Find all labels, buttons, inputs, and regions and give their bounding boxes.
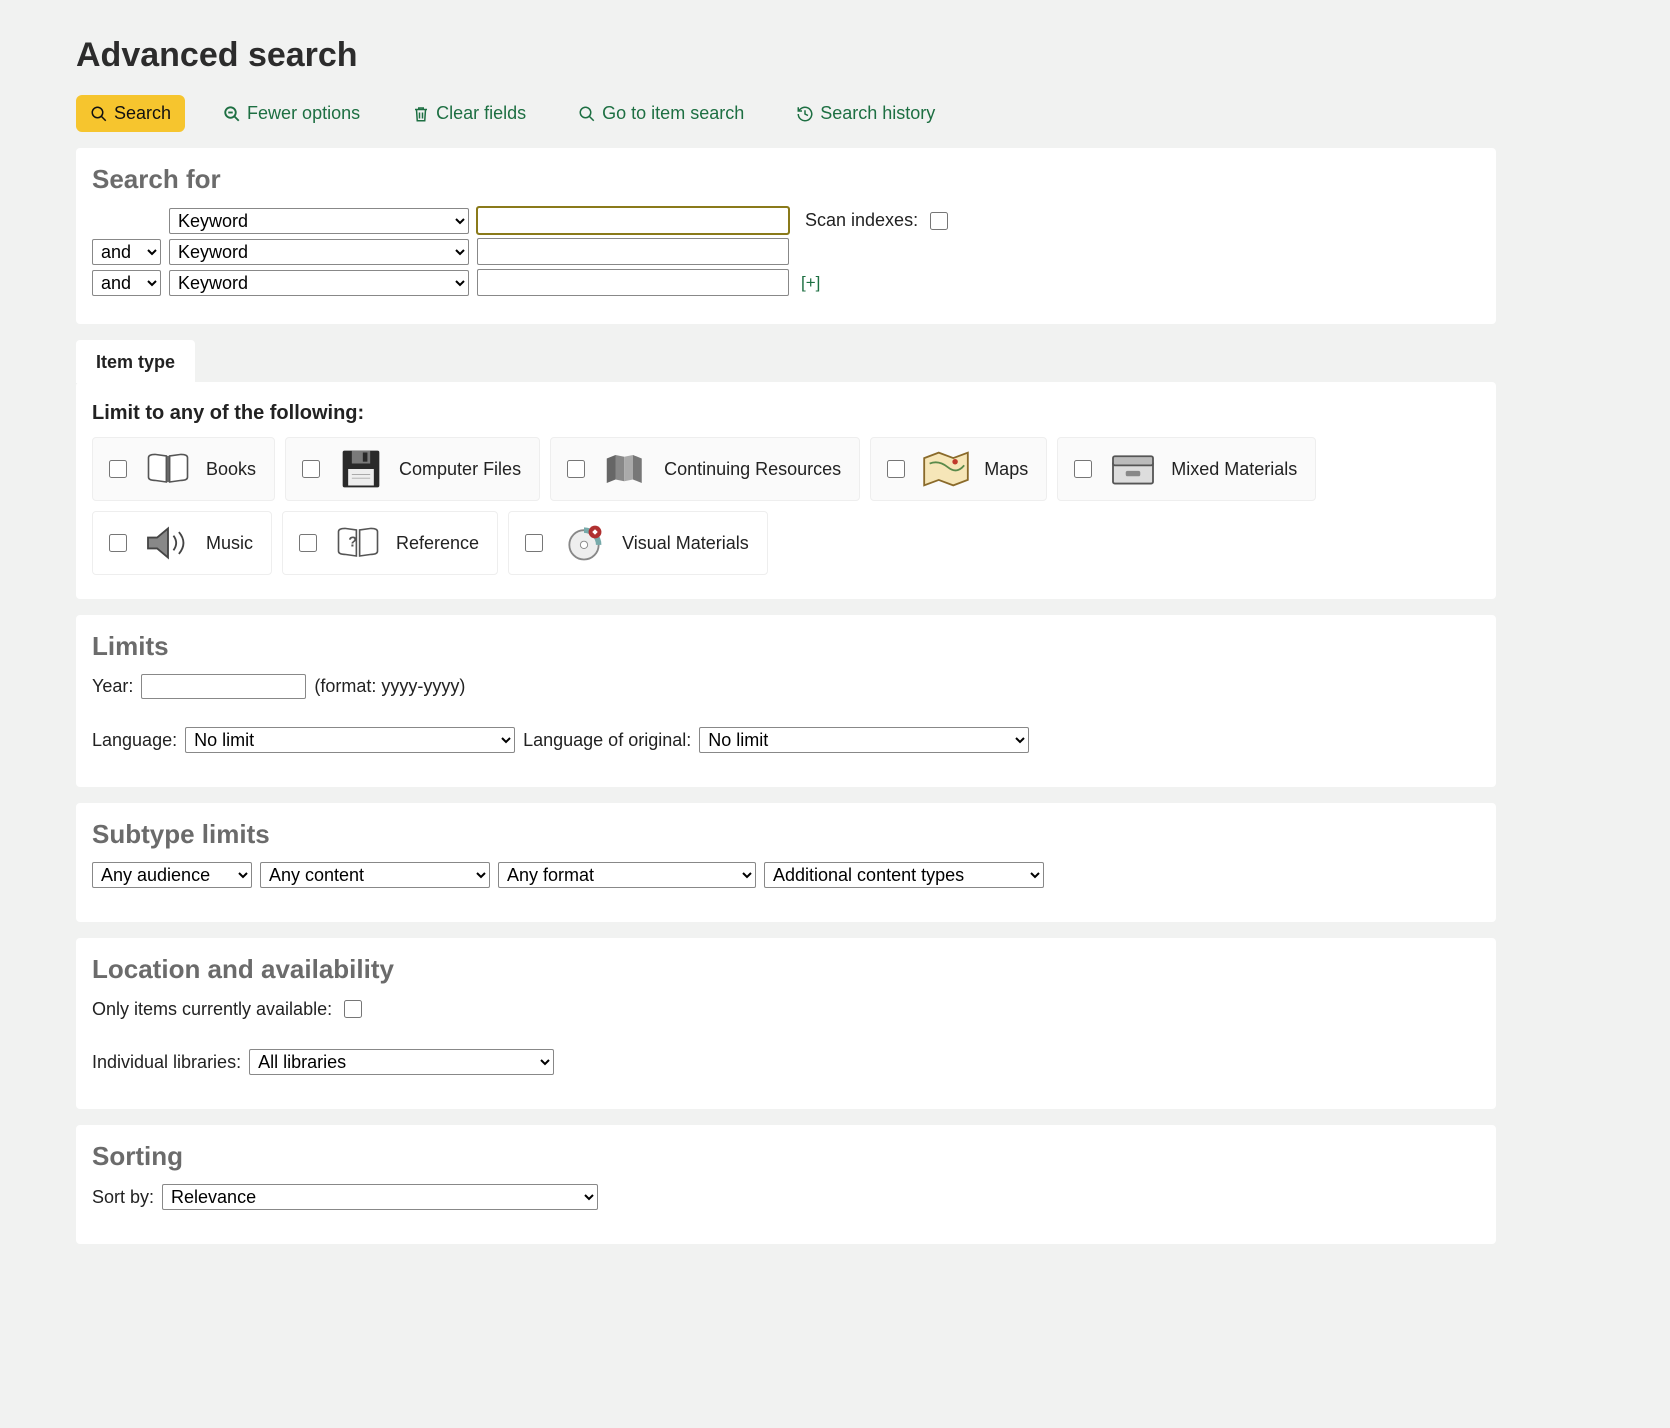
content-select[interactable]: Any content [260, 862, 490, 888]
scan-indexes-checkbox[interactable] [930, 212, 948, 230]
search-term-input-2[interactable] [477, 238, 789, 265]
itemtype-mixed-label: Mixed Materials [1171, 459, 1297, 480]
itemtype-cf-label: Computer Files [399, 459, 521, 480]
audience-select[interactable]: Any audience [92, 862, 252, 888]
itemtype-visual-materials[interactable]: Visual Materials [508, 511, 768, 575]
additional-content-select[interactable]: Additional content types [764, 862, 1044, 888]
itemtype-books-label: Books [206, 459, 256, 480]
search-row-3: and Keyword [+] [92, 269, 1480, 296]
year-input[interactable] [141, 674, 306, 699]
search-history-label: Search history [820, 103, 935, 124]
bool-select-2[interactable]: and [92, 239, 161, 265]
itemtype-maps-label: Maps [984, 459, 1028, 480]
goto-item-search-label: Go to item search [602, 103, 744, 124]
limits-heading: Limits [92, 631, 1480, 662]
search-term-input-3[interactable] [477, 269, 789, 296]
search-button[interactable]: Search [76, 95, 185, 132]
add-search-row-link[interactable]: [+] [801, 273, 820, 293]
itemtype-mixed-checkbox[interactable] [1074, 460, 1092, 478]
disc-icon [558, 522, 610, 564]
subtype-heading: Subtype limits [92, 819, 1480, 850]
itemtype-music[interactable]: Music [92, 511, 272, 575]
itemtype-books-checkbox[interactable] [109, 460, 127, 478]
itemtype-maps[interactable]: Maps [870, 437, 1047, 501]
sort-by-label: Sort by: [92, 1187, 154, 1208]
clear-fields-label: Clear fields [436, 103, 526, 124]
location-availability-panel: Location and availability Only items cur… [76, 938, 1496, 1109]
limits-panel: Limits Year: (format: yyyy-yyyy) Languag… [76, 615, 1496, 787]
itemtype-vm-checkbox[interactable] [525, 534, 543, 552]
search-term-input-1[interactable] [477, 207, 789, 234]
book-icon [142, 448, 194, 490]
search-row-1: Keyword Scan indexes: [92, 207, 1480, 234]
clear-fields-button[interactable]: Clear fields [398, 95, 540, 132]
page-title: Advanced search [76, 36, 1496, 75]
map-icon [920, 448, 972, 490]
itemtype-cf-checkbox[interactable] [302, 460, 320, 478]
history-icon [796, 105, 814, 123]
field-select-3[interactable]: Keyword [169, 270, 469, 296]
format-select[interactable]: Any format [498, 862, 756, 888]
search-row-2: and Keyword [92, 238, 1480, 265]
itemtype-music-label: Music [206, 533, 253, 554]
search-icon [90, 105, 108, 123]
location-heading: Location and availability [92, 954, 1480, 985]
itemtype-computer-files[interactable]: Computer Files [285, 437, 540, 501]
sort-by-select[interactable]: Relevance [162, 1184, 598, 1210]
speaker-icon [142, 522, 194, 564]
trash-icon [412, 105, 430, 123]
itemtype-ref-checkbox[interactable] [299, 534, 317, 552]
search-history-button[interactable]: Search history [782, 95, 949, 132]
available-only-checkbox[interactable] [344, 1000, 362, 1018]
tab-item-type[interactable]: Item type [76, 340, 195, 383]
itemtype-cr-checkbox[interactable] [567, 460, 585, 478]
itemtype-continuing-resources[interactable]: Continuing Resources [550, 437, 860, 501]
newspaper-stack-icon [600, 448, 652, 490]
year-label: Year: [92, 676, 133, 697]
itemtype-books[interactable]: Books [92, 437, 275, 501]
search-for-panel: Search for Keyword Scan indexes: and Key… [76, 148, 1496, 324]
item-type-tabbar: Item type [76, 340, 1496, 382]
search-button-label: Search [114, 103, 171, 124]
fewer-options-button[interactable]: Fewer options [209, 95, 374, 132]
individual-libraries-label: Individual libraries: [92, 1052, 241, 1073]
reference-book-icon: ? [332, 522, 384, 564]
itemtype-cr-label: Continuing Resources [664, 459, 841, 480]
floppy-icon [335, 448, 387, 490]
language-label: Language: [92, 730, 177, 751]
sorting-panel: Sorting Sort by: Relevance [76, 1125, 1496, 1244]
available-only-label: Only items currently available: [92, 999, 332, 1020]
bool-select-3[interactable]: and [92, 270, 161, 296]
subtype-limits-panel: Subtype limits Any audience Any content … [76, 803, 1496, 922]
scan-indexes-label: Scan indexes: [805, 210, 918, 231]
individual-libraries-select[interactable]: All libraries [249, 1049, 554, 1075]
fewer-options-label: Fewer options [247, 103, 360, 124]
toolbar: Search Fewer options Clear fields Go to … [76, 95, 1496, 132]
itemtype-mixed-materials[interactable]: Mixed Materials [1057, 437, 1316, 501]
itemtype-ref-label: Reference [396, 533, 479, 554]
search-for-heading: Search for [92, 164, 1480, 195]
itemtype-reference[interactable]: ? Reference [282, 511, 498, 575]
field-select-2[interactable]: Keyword [169, 239, 469, 265]
language-original-label: Language of original: [523, 730, 691, 751]
item-type-heading: Limit to any of the following: [92, 402, 1480, 425]
year-help: (format: yyyy-yyyy) [314, 676, 465, 697]
itemtype-maps-checkbox[interactable] [887, 460, 905, 478]
archive-box-icon [1107, 448, 1159, 490]
search-minus-icon [223, 105, 241, 123]
field-select-1[interactable]: Keyword [169, 208, 469, 234]
sorting-heading: Sorting [92, 1141, 1480, 1172]
language-original-select[interactable]: No limit [699, 727, 1029, 753]
language-select[interactable]: No limit [185, 727, 515, 753]
itemtype-vm-label: Visual Materials [622, 533, 749, 554]
item-type-panel: Limit to any of the following: Books Com… [76, 382, 1496, 599]
svg-text:?: ? [348, 534, 357, 550]
goto-item-search-button[interactable]: Go to item search [564, 95, 758, 132]
search-icon [578, 105, 596, 123]
itemtype-music-checkbox[interactable] [109, 534, 127, 552]
